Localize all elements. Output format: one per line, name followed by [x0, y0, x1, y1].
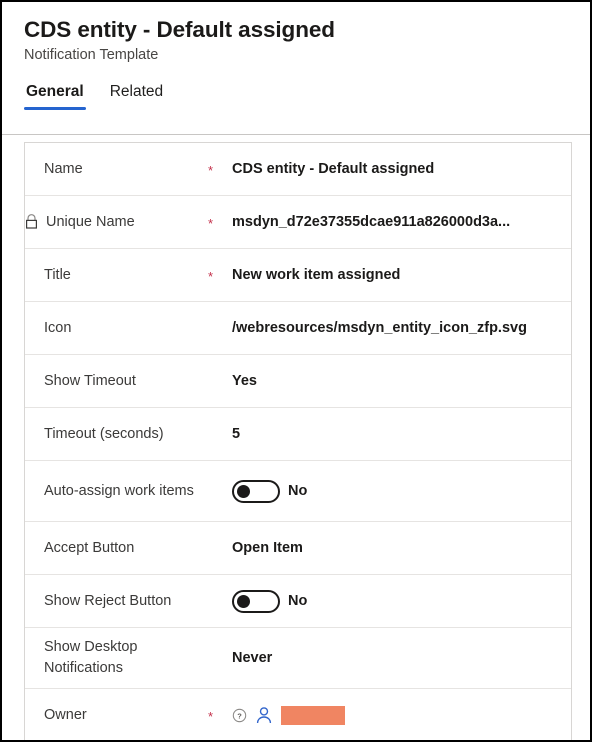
field-label-text: Name: [44, 160, 83, 177]
required-indicator: [208, 657, 232, 659]
field-label-text: Icon: [44, 319, 72, 336]
required-indicator: [208, 600, 232, 602]
toggle-knob: [237, 594, 250, 608]
required-indicator: *: [208, 215, 214, 231]
required-indicator: [208, 547, 232, 549]
field-label-text: Accept Button: [44, 539, 135, 556]
field-value[interactable]: /webresources/msdyn_entity_icon_zfp.svg: [232, 320, 561, 336]
field-value[interactable]: New work item assigned: [232, 267, 561, 283]
field-row: Icon/webresources/msdyn_entity_icon_zfp.…: [25, 302, 571, 355]
toggle-knob: [237, 484, 250, 498]
record-form-window: CDS entity - Default assigned Notificati…: [0, 0, 592, 742]
field-value-text: msdyn_d72e37355dcae911a826000d3a...: [232, 214, 511, 230]
lock-icon: [25, 214, 38, 230]
field-label-text: Timeout (seconds): [44, 425, 164, 442]
field-label-text: Show Reject Button: [44, 592, 172, 609]
field-row: Accept Button Open Item: [25, 522, 571, 575]
field-value[interactable]: ?: [232, 705, 561, 725]
field-label: Owner: [44, 705, 208, 726]
page-subtitle: Notification Template: [24, 47, 159, 64]
field-value[interactable]: 5: [232, 426, 561, 442]
required-indicator: [208, 490, 232, 492]
required-indicator: *: [208, 162, 214, 178]
form-body: Name * CDS entity - Default assigned Unique…: [2, 135, 590, 740]
field-value-text: 5: [232, 426, 241, 442]
field-label: Icon: [44, 318, 208, 339]
field-row: Title * New work item assigned: [25, 249, 571, 302]
field-label: Show Timeout: [44, 371, 208, 392]
toggle-value-label: No: [288, 593, 308, 609]
field-label-text: Unique Name: [46, 213, 135, 230]
required-indicator: [208, 433, 232, 435]
required-indicator: *: [208, 268, 214, 284]
field-label: Title: [44, 265, 208, 286]
field-label: Unique Name: [26, 212, 208, 233]
field-value[interactable]: Yes: [232, 373, 561, 389]
field-label-text: Auto-assign work items: [44, 482, 194, 499]
field-row: Show Reject Button No: [25, 575, 571, 628]
field-value[interactable]: No: [232, 589, 561, 613]
field-value-text: New work item assigned: [232, 267, 401, 283]
required-indicator: [208, 327, 232, 329]
field-label: Auto-assign work items: [44, 481, 208, 502]
field-label: Timeout (seconds): [44, 424, 208, 445]
field-label: Name: [44, 159, 208, 180]
field-value-text: CDS entity - Default assigned: [232, 161, 435, 177]
required-indicator: [208, 380, 232, 382]
field-label-text: Title: [44, 266, 71, 283]
toggle-switch[interactable]: [232, 479, 280, 503]
form-header: CDS entity - Default assigned Notificati…: [2, 2, 590, 135]
field-value[interactable]: No: [232, 479, 561, 503]
owner-name-redacted: [281, 705, 345, 725]
field-label-text: Show Timeout: [44, 372, 136, 389]
field-row: Name * CDS entity - Default assigned: [25, 143, 571, 196]
field-label-text: Owner: [44, 706, 87, 723]
field-value-text: Yes: [232, 373, 257, 389]
field-row: Auto-assign work items No: [25, 461, 571, 522]
field-value-text: /webresources/msdyn_entity_icon_zfp.svg: [232, 320, 527, 336]
toggle-value-label: No: [288, 483, 308, 499]
tab-general[interactable]: General: [24, 83, 86, 111]
toggle-switch[interactable]: [232, 589, 280, 613]
required-indicator: *: [208, 708, 214, 724]
field-label: Show Reject Button: [44, 591, 208, 612]
field-row: Owner *?: [25, 689, 571, 740]
field-row: Show Timeout Yes: [25, 355, 571, 408]
field-value[interactable]: Never: [232, 650, 561, 666]
field-row: Unique Name * msdyn_d72e37355dcae911a82600…: [25, 196, 571, 249]
field-label-text: Show Desktop Notifications: [44, 639, 138, 676]
field-label: Show Desktop Notifications: [44, 637, 208, 678]
person-icon: [255, 706, 273, 724]
tab-list: General Related: [24, 83, 590, 111]
tab-related[interactable]: Related: [108, 83, 165, 110]
field-value[interactable]: msdyn_d72e37355dcae911a826000d3a...: [232, 214, 561, 230]
svg-text:?: ?: [237, 711, 242, 720]
field-value[interactable]: Open Item: [232, 540, 561, 556]
page-title: CDS entity - Default assigned: [24, 17, 335, 42]
field-row: Show Desktop Notifications Never: [25, 628, 571, 689]
field-value[interactable]: CDS entity - Default assigned: [232, 161, 561, 177]
field-value-text: Open Item: [232, 540, 303, 556]
field-label: Accept Button: [44, 538, 208, 559]
form-field-list: Name * CDS entity - Default assigned Unique…: [24, 142, 572, 740]
field-row: Timeout (seconds) 5: [25, 408, 571, 461]
field-value-text: Never: [232, 650, 273, 666]
help-circle-icon[interactable]: ?: [232, 708, 247, 723]
